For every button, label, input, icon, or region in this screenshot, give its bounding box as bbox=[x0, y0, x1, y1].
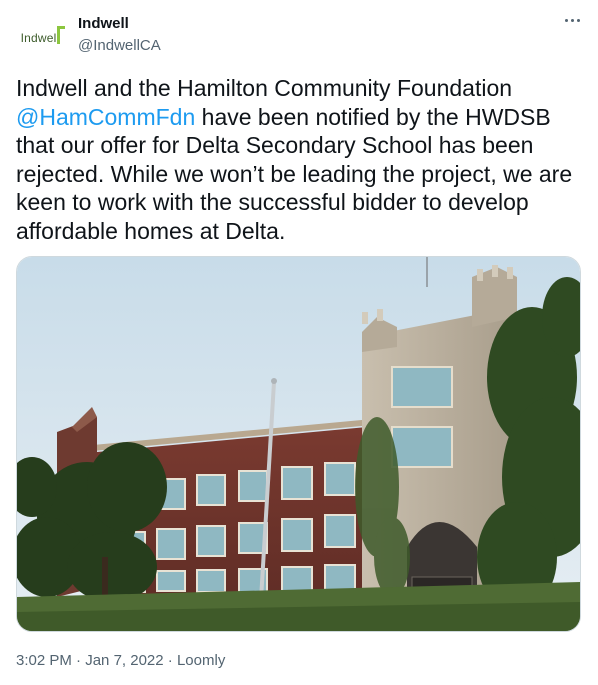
school-building-photo bbox=[17, 257, 580, 631]
tweet: Indwell Indwell @IndwellCA Indwell and t… bbox=[0, 0, 598, 685]
tweet-source[interactable]: Loomly bbox=[177, 652, 225, 669]
tweet-text-part: Indwell and the Hamilton Community Found… bbox=[16, 75, 513, 101]
meta-separator: · bbox=[71, 652, 86, 669]
indwell-logo: Indwell bbox=[20, 26, 66, 45]
tweet-time[interactable]: 3:02 PM bbox=[16, 652, 72, 669]
tweet-text: Indwell and the Hamilton Community Found… bbox=[16, 74, 586, 245]
tweet-photo[interactable] bbox=[16, 256, 581, 632]
logo-mark-icon bbox=[57, 26, 66, 44]
user-handle[interactable]: @IndwellCA bbox=[78, 37, 161, 54]
meta-separator: · bbox=[163, 652, 177, 669]
mention-link[interactable]: @HamCommFdn bbox=[16, 104, 195, 130]
avatar[interactable]: Indwell bbox=[16, 14, 66, 62]
tweet-meta: 3:02 PM · Jan 7, 2022 · Loomly bbox=[16, 652, 225, 669]
more-options-icon[interactable] bbox=[560, 10, 584, 30]
display-name[interactable]: Indwell bbox=[78, 15, 129, 32]
logo-text: Indwell bbox=[20, 31, 60, 45]
tweet-date[interactable]: Jan 7, 2022 bbox=[85, 652, 163, 669]
